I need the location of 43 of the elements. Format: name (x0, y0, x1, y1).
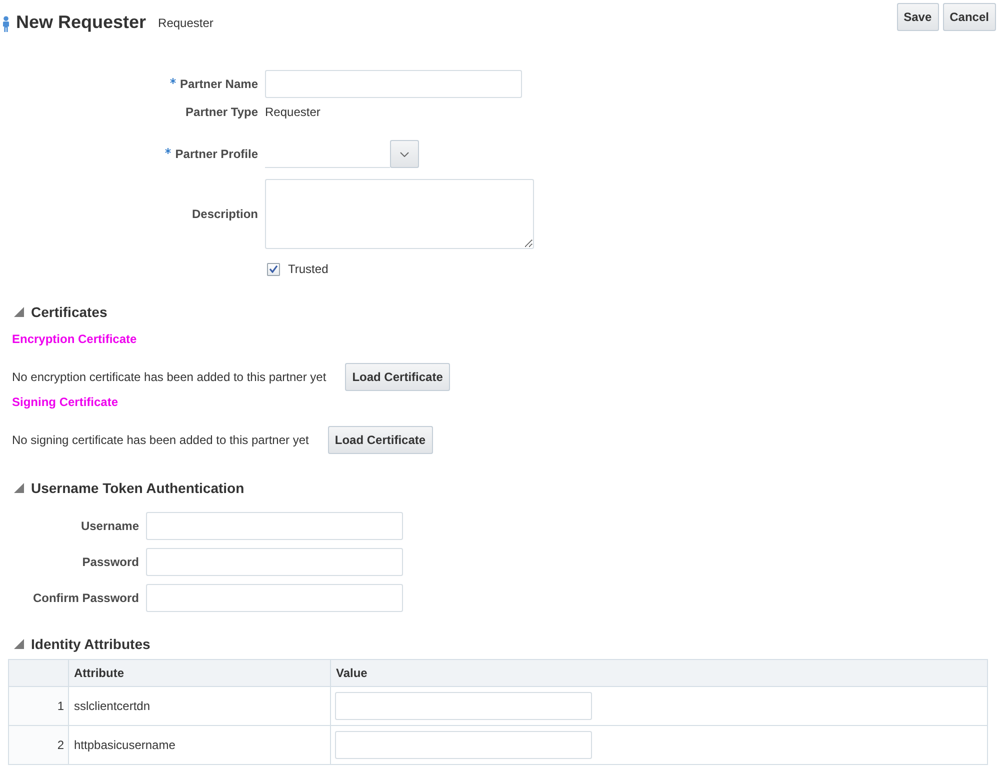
expanded-triangle-icon[interactable] (14, 483, 24, 493)
field-label: Password (82, 555, 139, 569)
column-header: Attribute (68, 660, 330, 686)
attribute-cell: httpbasicusername (68, 726, 330, 764)
text-input[interactable] (146, 512, 403, 540)
description-textarea[interactable] (265, 179, 534, 249)
text-input[interactable] (146, 584, 403, 612)
field-label: Partner Type (186, 105, 258, 119)
person-icon (2, 16, 10, 32)
row-number: 1 (8, 686, 68, 726)
chevron-down-icon (400, 152, 409, 156)
load-certificate-button[interactable]: Load Certificate (345, 363, 450, 391)
certificate-message: No signing certificate has been added to this partner yet (12, 433, 309, 447)
field-label: Partner Profile (175, 147, 258, 161)
page-title: New Requester (16, 11, 146, 33)
section-title: Username Token Authentication (31, 480, 244, 496)
certificate-heading: Encryption Certificate (12, 332, 137, 346)
field-label: Partner Name (180, 77, 258, 91)
row-number: 2 (8, 726, 68, 764)
attribute-cell: sslclientcertdn (68, 686, 330, 726)
cancel-button[interactable]: Cancel (942, 3, 996, 31)
expanded-triangle-icon[interactable] (14, 307, 24, 317)
trusted-checkbox[interactable] (267, 262, 280, 276)
expanded-triangle-icon[interactable] (14, 639, 24, 649)
save-button[interactable]: Save (896, 3, 939, 31)
field-value: Requester (265, 105, 320, 119)
load-certificate-button[interactable]: Load Certificate (328, 426, 433, 454)
field-label: Confirm Password (32, 591, 139, 605)
text-input[interactable] (146, 548, 403, 576)
section-title: Certificates (31, 304, 108, 320)
value-input[interactable] (335, 731, 592, 759)
checkbox-label: Trusted (288, 262, 328, 276)
field-label: Username (80, 519, 139, 533)
section-title: Identity Attributes (31, 636, 150, 652)
certificate-message: No encryption certificate has been added to this partner yet (12, 370, 326, 384)
dropdown-button[interactable] (390, 140, 419, 168)
page-subtitle: Requester (158, 15, 214, 31)
check-icon (269, 265, 278, 273)
column-header: Value (330, 660, 988, 686)
text-input[interactable] (265, 70, 522, 98)
certificate-heading: Signing Certificate (12, 395, 118, 409)
value-input[interactable] (335, 692, 592, 720)
field-label: Description (192, 207, 258, 221)
